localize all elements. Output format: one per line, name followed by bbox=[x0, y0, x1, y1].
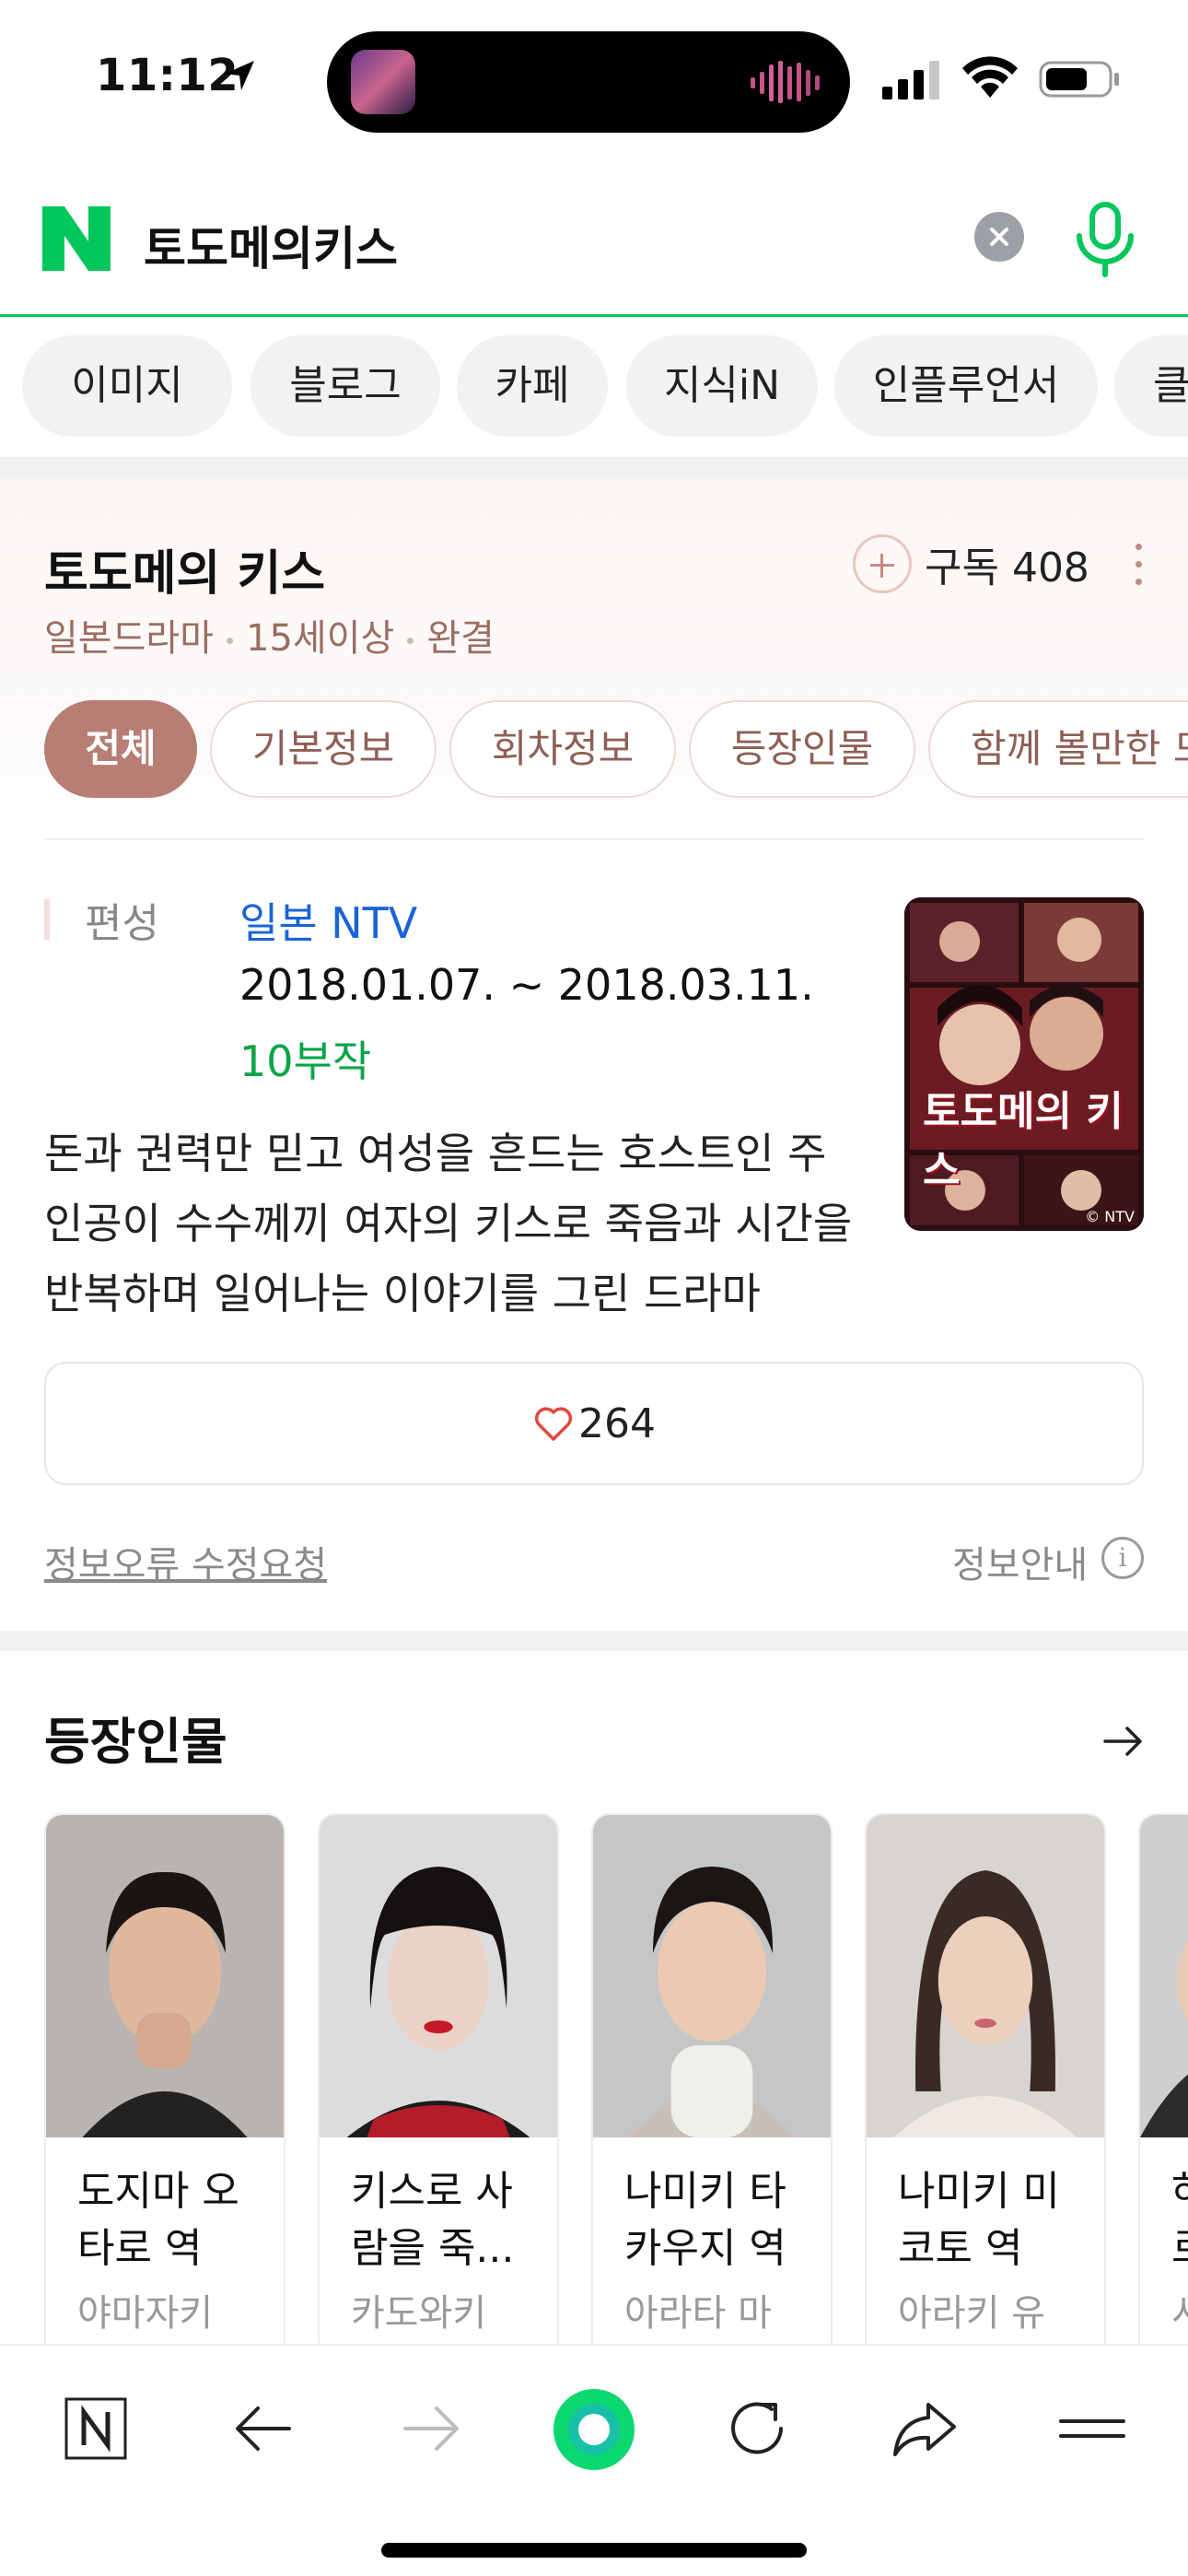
network-link[interactable]: 일본 NTV bbox=[239, 890, 417, 951]
drama-title: 토도메의 키스 bbox=[44, 546, 326, 602]
wifi-icon bbox=[962, 56, 1018, 98]
battery-icon bbox=[1039, 61, 1119, 98]
broadcast-label: 편성 bbox=[85, 900, 159, 947]
info-guide-link[interactable]: 정보안내 bbox=[952, 1535, 1088, 1588]
label-marker bbox=[44, 899, 50, 940]
category-chips: 이미지 블로그 카페 지식iN 인플루언서 클 bbox=[0, 335, 1188, 442]
cast-card[interactable]: 키스로 사 람을 죽... 카도와키 bbox=[318, 1813, 559, 2348]
cast-list: 도지마 오 타로 역 야마자키 키스로 사 람을 죽... 카도와키 나미키 타… bbox=[0, 1813, 1188, 2348]
synopsis-line: 인공이 수수께끼 여자의 키스로 죽음과 시간을 bbox=[44, 1199, 853, 1248]
drama-poster[interactable]: 토도메의 키스 © NTV bbox=[904, 897, 1144, 1231]
search-input[interactable]: 토도메의키스 bbox=[144, 212, 398, 278]
share-icon[interactable] bbox=[888, 2392, 961, 2465]
cellular-signal-icon bbox=[882, 61, 939, 100]
cast-actor: 카도와키 bbox=[351, 2292, 487, 2335]
chip-blog[interactable]: 블로그 bbox=[250, 335, 440, 437]
cast-card[interactable]: 도지마 오 타로 역 야마자키 bbox=[44, 1813, 285, 2348]
status-time: 11:12 bbox=[96, 50, 239, 101]
home-indicator[interactable] bbox=[381, 2543, 807, 2558]
chip-knowledge-in[interactable]: 지식iN bbox=[626, 335, 818, 437]
tab-all[interactable]: 전체 bbox=[44, 700, 197, 798]
chip-cafe[interactable]: 카페 bbox=[457, 335, 608, 437]
naver-logo[interactable] bbox=[42, 206, 111, 271]
cast-card[interactable]: 나미키 타 카우지 역 아라타 마 bbox=[591, 1813, 833, 2348]
cast-photo bbox=[867, 1815, 1104, 2137]
section-gap bbox=[0, 1631, 1188, 1651]
naver-home-icon[interactable] bbox=[59, 2392, 133, 2465]
drama-meta: 일본드라마 15세이상 완결 bbox=[44, 608, 495, 662]
meta-status: 완결 bbox=[426, 617, 495, 660]
cast-card[interactable]: 나미키 미 코토 역 아라키 유 bbox=[865, 1813, 1106, 2348]
more-options-icon[interactable] bbox=[1131, 544, 1146, 586]
synopsis: 돈과 권력만 믿고 여성을 흔드는 호스트인 주 인공이 수수께끼 여자의 키스… bbox=[44, 1118, 873, 1329]
menu-icon[interactable] bbox=[1055, 2392, 1129, 2465]
report-error-link[interactable]: 정보오류 수정요청 bbox=[44, 1535, 327, 1588]
poster-title: 토도메의 키스 bbox=[923, 1088, 1124, 1194]
forward-icon[interactable] bbox=[394, 2392, 468, 2465]
cast-photo bbox=[46, 1815, 284, 2137]
cast-photo bbox=[1140, 1815, 1188, 2137]
cast-actor: 시 bbox=[1171, 2283, 1188, 2336]
air-dates: 2018.01.07. ~ 2018.03.11. bbox=[239, 960, 814, 1010]
close-icon bbox=[990, 228, 1008, 246]
plus-icon bbox=[853, 534, 912, 593]
tab-recommendations[interactable]: 함께 볼만한 드 bbox=[928, 700, 1188, 798]
characters-title: 등장인물 bbox=[44, 1713, 227, 1771]
cast-actor: 아라타 마 bbox=[624, 2292, 772, 2335]
cast-actor: 아라키 유 bbox=[898, 2292, 1045, 2335]
location-arrow-icon bbox=[225, 61, 254, 90]
info-tabs: 전체 기본정보 회차정보 등장인물 함께 볼만한 드 bbox=[0, 700, 1188, 802]
heart-icon bbox=[534, 1407, 573, 1441]
audio-wave-icon bbox=[751, 61, 820, 103]
cast-role: 하 로 bbox=[1171, 2163, 1188, 2277]
meta-rating: 15세이상 bbox=[246, 617, 395, 660]
cast-card[interactable]: 하 로 시 bbox=[1138, 1813, 1188, 2348]
search-bar: 토도메의키스 bbox=[0, 166, 1188, 317]
back-icon[interactable] bbox=[227, 2392, 300, 2465]
cast-photo bbox=[320, 1815, 557, 2137]
cast-role: 도지마 오 타로 역 bbox=[77, 2168, 239, 2272]
section-gap bbox=[0, 457, 1188, 479]
chip-images[interactable]: 이미지 bbox=[22, 335, 232, 437]
tab-characters[interactable]: 등장인물 bbox=[689, 700, 915, 798]
tab-episodes[interactable]: 회차정보 bbox=[449, 700, 676, 798]
like-button[interactable]: 264 bbox=[44, 1362, 1144, 1485]
clear-search-button[interactable] bbox=[974, 212, 1024, 262]
cast-role: 나미키 미 코토 역 bbox=[898, 2168, 1060, 2272]
microphone-icon[interactable] bbox=[1072, 201, 1138, 278]
browser-toolbar bbox=[0, 2344, 1188, 2576]
ntv-logo: © NTV bbox=[1085, 1208, 1135, 1225]
refresh-icon[interactable] bbox=[720, 2392, 794, 2465]
subscribe-button[interactable]: 구독 408 bbox=[853, 534, 1089, 593]
like-count: 264 bbox=[578, 1399, 656, 1447]
meta-genre: 일본드라마 bbox=[44, 617, 214, 660]
tab-basic-info[interactable]: 기본정보 bbox=[210, 700, 437, 798]
cast-role: 키스로 사 람을 죽... bbox=[351, 2168, 515, 2272]
cast-role: 나미키 타 카우지 역 bbox=[624, 2168, 786, 2272]
subscribe-label: 구독 408 bbox=[925, 544, 1089, 591]
chip-more[interactable]: 클 bbox=[1114, 335, 1188, 437]
cast-actor: 야마자키 bbox=[77, 2292, 214, 2335]
chip-influencer[interactable]: 인플루언서 bbox=[834, 335, 1098, 437]
dynamic-island bbox=[327, 31, 850, 133]
synopsis-line: 반복하며 일어나는 이야기를 그린 드라마 bbox=[44, 1269, 761, 1318]
episode-count[interactable]: 10부작 bbox=[239, 1028, 371, 1089]
synopsis-line: 돈과 권력만 믿고 여성을 흔드는 호스트인 주 bbox=[44, 1129, 827, 1178]
divider bbox=[44, 838, 1144, 840]
info-icon[interactable]: i bbox=[1101, 1537, 1144, 1579]
cast-photo bbox=[593, 1815, 831, 2137]
now-playing-app-icon bbox=[351, 50, 415, 114]
status-bar: 11:12 bbox=[0, 0, 1188, 166]
arrow-right-icon[interactable] bbox=[1101, 1719, 1146, 1763]
green-dot-icon[interactable] bbox=[553, 2388, 635, 2471]
